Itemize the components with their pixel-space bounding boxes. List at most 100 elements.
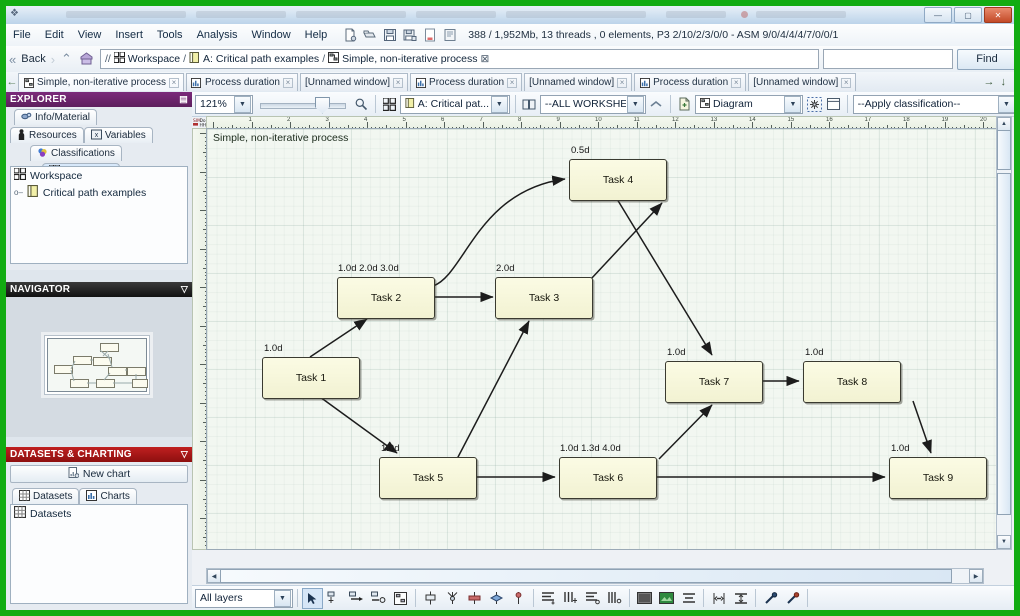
- menu-file[interactable]: File: [6, 27, 38, 43]
- home-icon[interactable]: [78, 50, 96, 68]
- zoom-select[interactable]: 121% ▼: [195, 94, 253, 114]
- view-select[interactable]: A: Critical pat... ▼: [399, 94, 510, 114]
- vscroll-thumb[interactable]: [997, 173, 1011, 515]
- menu-tools[interactable]: Tools: [150, 27, 190, 43]
- align-split-icon[interactable]: [442, 588, 463, 609]
- diagram-node-task4[interactable]: Task 4: [569, 159, 667, 201]
- chevron-down-icon[interactable]: ▼: [626, 95, 644, 113]
- navigator-canvas[interactable]: [6, 297, 192, 437]
- breadcrumb-close-icon[interactable]: ⊠: [481, 53, 490, 65]
- back-chevron-icon[interactable]: «: [9, 52, 16, 67]
- add-connector-icon[interactable]: [368, 588, 389, 609]
- tab-process-duration-1[interactable]: Process duration ×: [185, 73, 298, 91]
- distribute-v-icon[interactable]: [560, 588, 581, 609]
- tab-process-duration-2[interactable]: Process duration ×: [410, 73, 523, 91]
- export-pdf-icon[interactable]: [421, 27, 439, 44]
- tab-simple-non-iterative-process[interactable]: Simple, non-iterative process ×: [18, 73, 184, 91]
- tab-process-duration-3[interactable]: Process duration ×: [634, 73, 747, 91]
- scroll-up-button[interactable]: ▲: [997, 117, 1011, 131]
- zoom-slider[interactable]: [259, 96, 346, 114]
- layer-select[interactable]: All layers ▼: [195, 588, 293, 608]
- tree-expand-icon[interactable]: o–: [14, 188, 23, 197]
- diagram-node-task3[interactable]: Task 3: [495, 277, 593, 319]
- save-icon[interactable]: [381, 27, 399, 44]
- menu-window[interactable]: Window: [245, 27, 298, 43]
- add-node-icon[interactable]: [324, 588, 345, 609]
- tab-close-icon[interactable]: ×: [393, 77, 404, 88]
- menu-analysis[interactable]: Analysis: [190, 27, 245, 43]
- diagram-node-task1[interactable]: Task 1: [262, 357, 360, 399]
- save-as-icon[interactable]: [401, 27, 419, 44]
- link-tool-icon[interactable]: [760, 588, 781, 609]
- tree-item-workspace[interactable]: Workspace: [11, 167, 187, 184]
- tab-resources[interactable]: Resources: [10, 127, 84, 143]
- panel-collapse-icon[interactable]: ▽: [181, 449, 188, 460]
- classification-select[interactable]: --Apply classification-- ▼: [852, 94, 1014, 114]
- diagram-node-task2[interactable]: Task 2: [337, 277, 435, 319]
- show-stack-icon[interactable]: [678, 588, 699, 609]
- tab-classifications[interactable]: Classifications: [30, 145, 122, 161]
- datasets-tree[interactable]: Datasets: [10, 504, 188, 604]
- tabstrip-scroll-left-icon[interactable]: ←: [6, 76, 18, 88]
- chevron-down-icon[interactable]: ▼: [274, 589, 291, 607]
- tab-close-icon[interactable]: ×: [168, 77, 179, 88]
- auto-layout-icon[interactable]: [805, 95, 822, 113]
- tabstrip-next-icon[interactable]: →: [984, 76, 995, 88]
- scroll-right-button[interactable]: ▶: [969, 569, 983, 583]
- add-link-icon[interactable]: [346, 588, 367, 609]
- align-rows-icon[interactable]: [582, 588, 603, 609]
- align-diamond-icon[interactable]: [486, 588, 507, 609]
- menu-help[interactable]: Help: [298, 27, 335, 43]
- align-cols-icon[interactable]: [604, 588, 625, 609]
- worksheet-select[interactable]: --ALL WORKSHEET... ▼: [539, 94, 646, 114]
- tab-close-icon[interactable]: ×: [731, 77, 742, 88]
- find-button[interactable]: Find: [957, 48, 1014, 70]
- tree-item-datasets[interactable]: Datasets: [11, 505, 187, 522]
- diagram-canvas[interactable]: Simple, non-iterative process Task 1 1.0…: [206, 128, 1000, 550]
- panel-collapse-icon[interactable]: ▽: [181, 284, 188, 295]
- unlink-tool-icon[interactable]: [782, 588, 803, 609]
- breadcrumb-item-diagram[interactable]: Simple, non-iterative process: [342, 53, 477, 65]
- navigator-thumbnail[interactable]: [44, 335, 150, 395]
- diagram-type-select[interactable]: Diagram ▼: [695, 94, 804, 114]
- spacing-h-icon[interactable]: [708, 588, 729, 609]
- tree-item-critical-path-examples[interactable]: o– Critical path examples: [11, 184, 187, 201]
- hscroll-thumb[interactable]: [220, 569, 952, 583]
- tab-datasets[interactable]: Datasets: [12, 488, 80, 504]
- tab-info-material[interactable]: Info/Material: [14, 109, 98, 125]
- close-button[interactable]: ✕: [984, 7, 1012, 23]
- align-center-v-icon[interactable]: [420, 588, 441, 609]
- menu-insert[interactable]: Insert: [108, 27, 150, 43]
- tab-variables[interactable]: x Variables: [83, 127, 153, 143]
- explorer-tree[interactable]: Workspace o– Critical path examples: [10, 166, 188, 264]
- align-pin-icon[interactable]: [508, 588, 529, 609]
- tab-close-icon[interactable]: ×: [283, 77, 293, 88]
- chevron-down-icon[interactable]: ▼: [998, 95, 1014, 113]
- tab-unnamed-window-2[interactable]: [Unnamed window] ×: [524, 73, 633, 91]
- canvas-vertical-scrollbar[interactable]: ▲ ▼: [996, 116, 1012, 550]
- align-merge-icon[interactable]: [464, 588, 485, 609]
- back-button[interactable]: Back: [16, 51, 50, 67]
- new-document-icon[interactable]: [341, 27, 359, 44]
- show-bar-icon[interactable]: [634, 588, 655, 609]
- tab-unnamed-window-3[interactable]: [Unnamed window] ×: [748, 73, 857, 91]
- magnifier-icon[interactable]: [353, 95, 370, 113]
- window-icon[interactable]: [825, 95, 842, 113]
- menu-view[interactable]: View: [71, 27, 109, 43]
- chevron-down-icon[interactable]: ▼: [490, 95, 508, 113]
- window-controls[interactable]: — ▢ ✕: [924, 7, 1012, 23]
- tab-unnamed-window-1[interactable]: [Unnamed window] ×: [300, 73, 409, 91]
- canvas-horizontal-scrollbar[interactable]: ◀ ▶: [206, 568, 984, 584]
- forward-chevron-icon[interactable]: ›: [51, 52, 55, 67]
- open-folder-icon[interactable]: [361, 27, 379, 44]
- distribute-h-icon[interactable]: [538, 588, 559, 609]
- grid-icon[interactable]: [381, 95, 398, 113]
- spacing-v-icon[interactable]: [730, 588, 751, 609]
- ruler-unit-icon[interactable]: SIMDoEHH: [192, 116, 206, 128]
- tab-close-icon[interactable]: ×: [507, 77, 518, 88]
- chevron-down-icon[interactable]: ▼: [784, 95, 802, 113]
- diagram-node-task8[interactable]: Task 8: [803, 361, 901, 403]
- diagram-node-task5[interactable]: Task 5: [379, 457, 477, 499]
- maximize-button[interactable]: ▢: [954, 7, 982, 23]
- tab-close-icon[interactable]: ×: [841, 77, 852, 88]
